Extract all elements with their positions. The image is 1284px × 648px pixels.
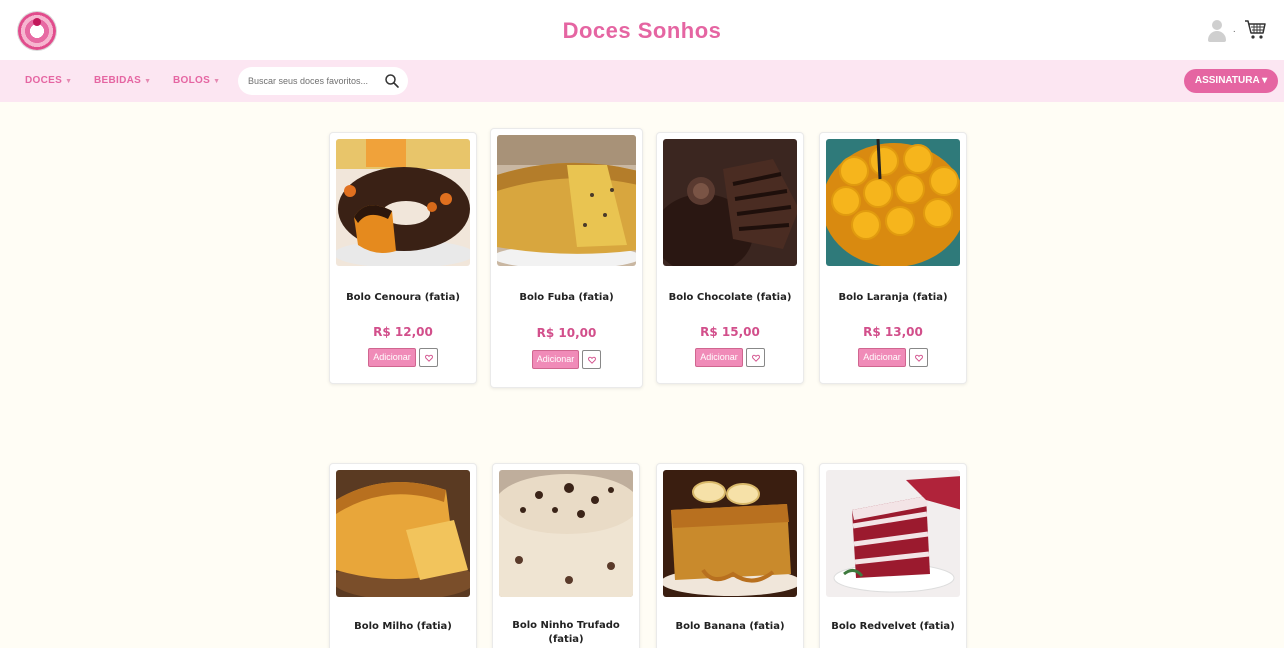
search-input[interactable] xyxy=(248,74,372,88)
product-card: Bolo Laranja (fatia) R$ 13,00 Adicionar xyxy=(819,132,967,384)
product-price: R$ 13,00 xyxy=(863,325,923,339)
chevron-down-icon: ▼ xyxy=(65,78,73,85)
add-to-cart-button[interactable]: Adicionar xyxy=(368,348,416,367)
favorite-button[interactable] xyxy=(582,350,602,369)
product-card: Bolo Milho (fatia) xyxy=(329,463,477,648)
product-name: Bolo Fuba (fatia) xyxy=(519,292,614,303)
product-image-ninho-cake[interactable] xyxy=(499,470,633,597)
nav-item-bolos[interactable]: BOLOS ▼ xyxy=(173,75,220,86)
product-price: R$ 12,00 xyxy=(373,325,433,339)
product-name: Bolo Milho (fatia) xyxy=(354,621,452,632)
heart-icon xyxy=(751,354,760,362)
user-menu[interactable]: · xyxy=(1207,20,1236,42)
favorite-button[interactable] xyxy=(908,348,928,367)
product-image-redvelvet-cake[interactable] xyxy=(826,470,960,597)
chevron-down-icon: ▼ xyxy=(213,78,221,85)
search-icon[interactable] xyxy=(384,73,400,89)
product-card: Bolo Banana (fatia) xyxy=(656,463,804,648)
nav-item-bebidas[interactable]: BEBIDAS ▼ xyxy=(94,75,151,86)
product-name: Bolo Redvelvet (fatia) xyxy=(831,621,955,632)
nav-item-label: BEBIDAS xyxy=(94,75,142,86)
user-avatar-icon[interactable] xyxy=(1207,20,1227,42)
nav-item-doces[interactable]: DOCES ▼ xyxy=(25,75,72,86)
product-image-banana-cake[interactable] xyxy=(663,470,797,597)
chevron-down-icon: ▼ xyxy=(144,78,152,85)
subscription-button[interactable]: ASSINATURA ▾ xyxy=(1184,69,1278,93)
favorite-button[interactable] xyxy=(745,348,765,367)
heart-icon xyxy=(588,356,597,364)
product-name: Bolo Banana (fatia) xyxy=(675,621,785,632)
product-image-orange-cake[interactable] xyxy=(826,139,960,266)
product-price: R$ 15,00 xyxy=(700,325,760,339)
product-card: Bolo Cenoura (fatia) R$ 12,00 Adicionar xyxy=(329,132,477,384)
product-price: R$ 10,00 xyxy=(536,326,597,340)
product-card: Bolo Ninho Trufado (fatia) xyxy=(492,463,640,648)
brand-title: Doces Sonhos xyxy=(562,18,722,43)
user-menu-caret[interactable]: · xyxy=(1233,26,1236,37)
heart-icon xyxy=(424,354,433,362)
nav-item-label: DOCES xyxy=(25,75,63,86)
shopping-cart-icon[interactable] xyxy=(1244,18,1268,42)
product-image-carrot-cake[interactable] xyxy=(336,139,470,266)
nav-item-label: BOLOS xyxy=(173,75,211,86)
add-to-cart-button[interactable]: Adicionar xyxy=(695,348,743,367)
product-name: Bolo Ninho Trufado (fatia) xyxy=(512,620,620,645)
product-image-corn-cake[interactable] xyxy=(336,470,470,597)
product-image-fuba-cake[interactable] xyxy=(497,135,636,266)
product-card: Bolo Chocolate (fatia) R$ 15,00 Adiciona… xyxy=(656,132,804,384)
product-card: Bolo Fuba (fatia) R$ 10,00 Adicionar xyxy=(490,128,643,388)
heart-icon xyxy=(914,354,923,362)
product-image-chocolate-cake[interactable] xyxy=(663,139,797,266)
top-header: Doces Sonhos · xyxy=(0,0,1284,60)
category-navbar: DOCES▼ BEBIDAS▼ BOLOS▼ ASSINATURA ▾ xyxy=(0,60,1284,102)
favorite-button[interactable] xyxy=(418,348,438,367)
product-name: Bolo Laranja (fatia) xyxy=(838,292,948,303)
product-card: Bolo Redvelvet (fatia) xyxy=(819,463,967,648)
product-name: Bolo Chocolate (fatia) xyxy=(668,292,792,303)
add-to-cart-button[interactable]: Adicionar xyxy=(858,348,906,367)
add-to-cart-button[interactable]: Adicionar xyxy=(531,350,580,369)
search-box xyxy=(238,67,408,95)
product-name: Bolo Cenoura (fatia) xyxy=(346,292,460,303)
